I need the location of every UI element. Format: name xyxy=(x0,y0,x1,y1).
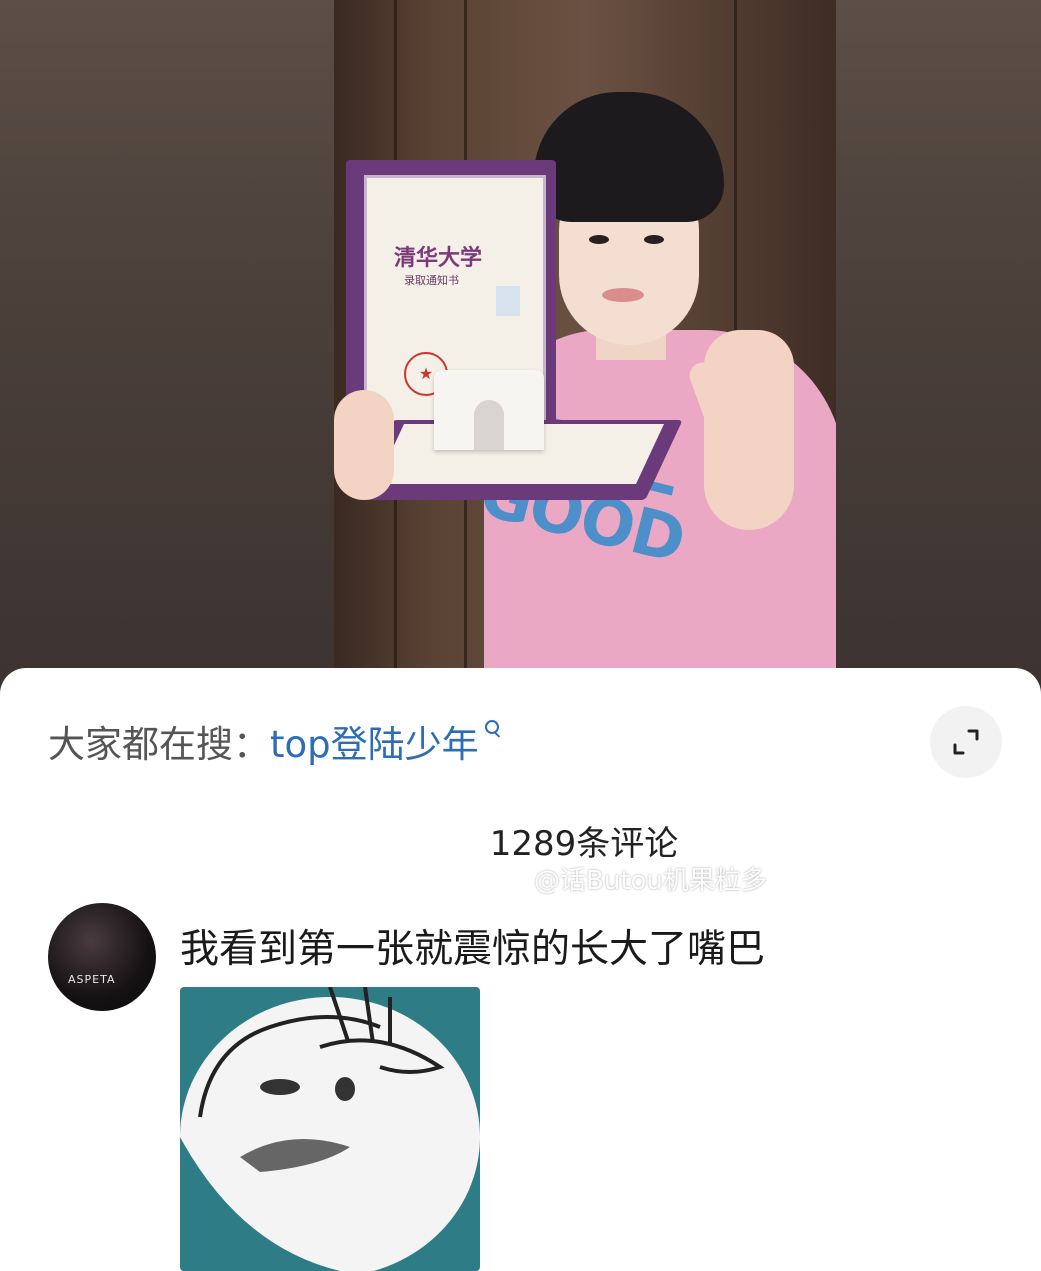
comment-text: 我看到第一张就震惊的长大了嘴巴 xyxy=(180,927,766,972)
right-eye xyxy=(644,235,664,244)
avatar-text: ASPETA xyxy=(68,973,116,986)
certificate-subtitle: 录取通知书 xyxy=(404,274,459,287)
screen: STILL GOOD 清华大学 录取通知书 ★ 大家都在搜： xyxy=(0,0,1041,1271)
watermark-text: @话Butou机果粒多 xyxy=(534,866,767,896)
post-image-background: STILL GOOD 清华大学 录取通知书 ★ xyxy=(0,0,1041,700)
expand-icon xyxy=(953,729,979,755)
certificate-photo xyxy=(496,286,520,316)
avatar[interactable]: ASPETA xyxy=(48,903,156,1011)
weibo-icon xyxy=(498,868,526,891)
comment-meme-image[interactable] xyxy=(180,987,480,1271)
lips xyxy=(602,288,644,302)
comment-count: 1289条评论 xyxy=(489,824,679,864)
meme-face-illustration xyxy=(180,987,480,1271)
trending-search-label: 大家都在搜： xyxy=(48,723,270,766)
gate-arch xyxy=(474,400,504,450)
left-eye xyxy=(589,235,609,244)
search-icon xyxy=(483,718,503,744)
hair xyxy=(534,92,724,222)
comment-sheet: 大家都在搜： top登陆少年 1289条评论 ASPETA 我看到第一张就震惊的… xyxy=(0,668,1041,1271)
trending-search[interactable]: 大家都在搜： top登陆少年 xyxy=(48,716,503,766)
left-hand xyxy=(334,390,394,500)
expand-button[interactable] xyxy=(930,706,1002,778)
post-image[interactable]: STILL GOOD 清华大学 录取通知书 ★ xyxy=(334,0,836,700)
weibo-watermark: @话Butou机果粒多 xyxy=(498,860,767,897)
certificate-title: 清华大学 xyxy=(394,245,483,271)
trending-search-term[interactable]: top登陆少年 xyxy=(270,714,479,768)
